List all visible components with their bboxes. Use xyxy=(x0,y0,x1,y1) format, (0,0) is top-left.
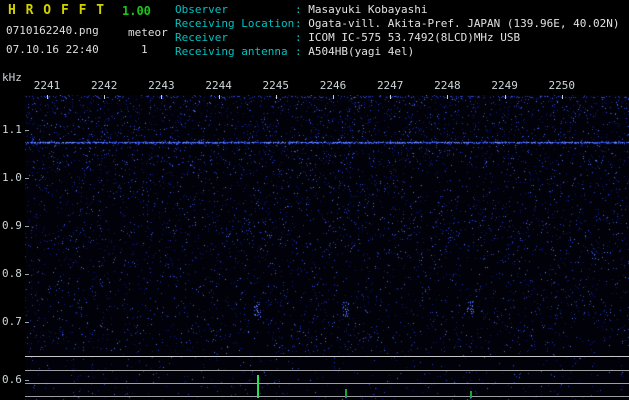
output-filename: 0710162240.png xyxy=(6,24,99,37)
freq-tick-label: 1.0 xyxy=(2,171,22,184)
mode-label: meteor xyxy=(128,26,168,39)
spectrogram-plot xyxy=(25,95,629,400)
time-tick-label: 2241 xyxy=(33,79,61,92)
time-tick-label: 2247 xyxy=(376,79,404,92)
time-tick-label: 2248 xyxy=(434,79,461,92)
freq-tick-mark xyxy=(25,178,29,179)
info-label: Receiving Location xyxy=(175,17,295,30)
freq-tick-label: 0.7 xyxy=(2,315,22,328)
signal-level-line xyxy=(25,383,629,384)
signal-level-line xyxy=(25,370,629,371)
info-colon: : xyxy=(295,45,309,58)
info-colon: : xyxy=(295,3,309,16)
info-label: Observer xyxy=(175,3,228,16)
time-tick-mark xyxy=(504,95,506,99)
freq-tick-label: 0.6 xyxy=(2,373,22,386)
freq-tick-mark xyxy=(25,130,29,131)
freq-tick-label: 1.1 xyxy=(2,123,22,136)
meteor-echo-spike xyxy=(257,375,259,398)
echo-count: 1 xyxy=(141,43,148,56)
info-row-receiver: Receiver: ICOM IC-575 53.7492(8LCD)MHz U… xyxy=(175,31,520,44)
freq-tick-label: 0.9 xyxy=(2,219,22,232)
time-tick-label: 2246 xyxy=(319,79,347,92)
time-tick-mark xyxy=(218,95,220,99)
info-colon: : xyxy=(295,31,309,44)
time-tick-mark xyxy=(47,95,48,99)
info-label: Receiving antenna xyxy=(175,45,288,58)
info-row-observer: Observer: Masayuki Kobayashi xyxy=(175,3,427,16)
time-tick-mark xyxy=(561,95,563,99)
info-colon: : xyxy=(295,17,309,30)
freq-tick-mark xyxy=(25,226,29,227)
time-tick-mark xyxy=(390,95,392,99)
time-tick-mark xyxy=(275,95,277,99)
freq-tick-mark xyxy=(25,322,29,323)
meteor-echo-spike xyxy=(470,391,472,398)
time-tick-label: 2250 xyxy=(548,79,576,92)
info-row-antenna: Receiving antenna: A504HB(yagi 4el) xyxy=(175,45,414,58)
freq-tick-mark xyxy=(25,274,29,275)
freq-tick-label: 0.8 xyxy=(2,267,22,280)
freq-tick-mark xyxy=(25,380,29,381)
meteor-echo-spike xyxy=(345,389,347,398)
time-tick-mark xyxy=(161,95,163,99)
time-tick-label: 2249 xyxy=(491,79,518,92)
time-tick-mark xyxy=(447,95,449,99)
freq-axis-unit-label: kHz xyxy=(2,71,22,84)
time-tick-label: 2243 xyxy=(148,79,175,92)
app-title: H R O F F T xyxy=(8,3,106,18)
info-value: ICOM IC-575 53.7492(8LCD)MHz USB xyxy=(308,31,521,44)
info-value: Ogata-vill. Akita-Pref. JAPAN (139.96E, … xyxy=(308,17,620,30)
time-tick-label: 2244 xyxy=(205,79,232,92)
time-tick-label: 2245 xyxy=(262,79,290,92)
hrofft-window: H R O F F T 1.00 0710162240.png meteor 0… xyxy=(0,0,629,400)
app-version: 1.00 xyxy=(122,4,151,18)
info-value: A504HB(yagi 4el) xyxy=(308,45,415,58)
info-value: Masayuki Kobayashi xyxy=(308,3,428,16)
info-row-location: Receiving Location: Ogata-vill. Akita-Pr… xyxy=(175,17,620,30)
time-tick-mark xyxy=(333,95,334,99)
time-tick-label: 2242 xyxy=(90,79,118,92)
signal-level-line xyxy=(25,396,629,397)
record-datetime: 07.10.16 22:40 xyxy=(6,43,99,56)
time-tick-mark xyxy=(104,95,106,99)
spectrogram-canvas xyxy=(25,95,629,400)
info-label: Receiver xyxy=(175,31,228,44)
signal-level-line xyxy=(25,356,629,357)
